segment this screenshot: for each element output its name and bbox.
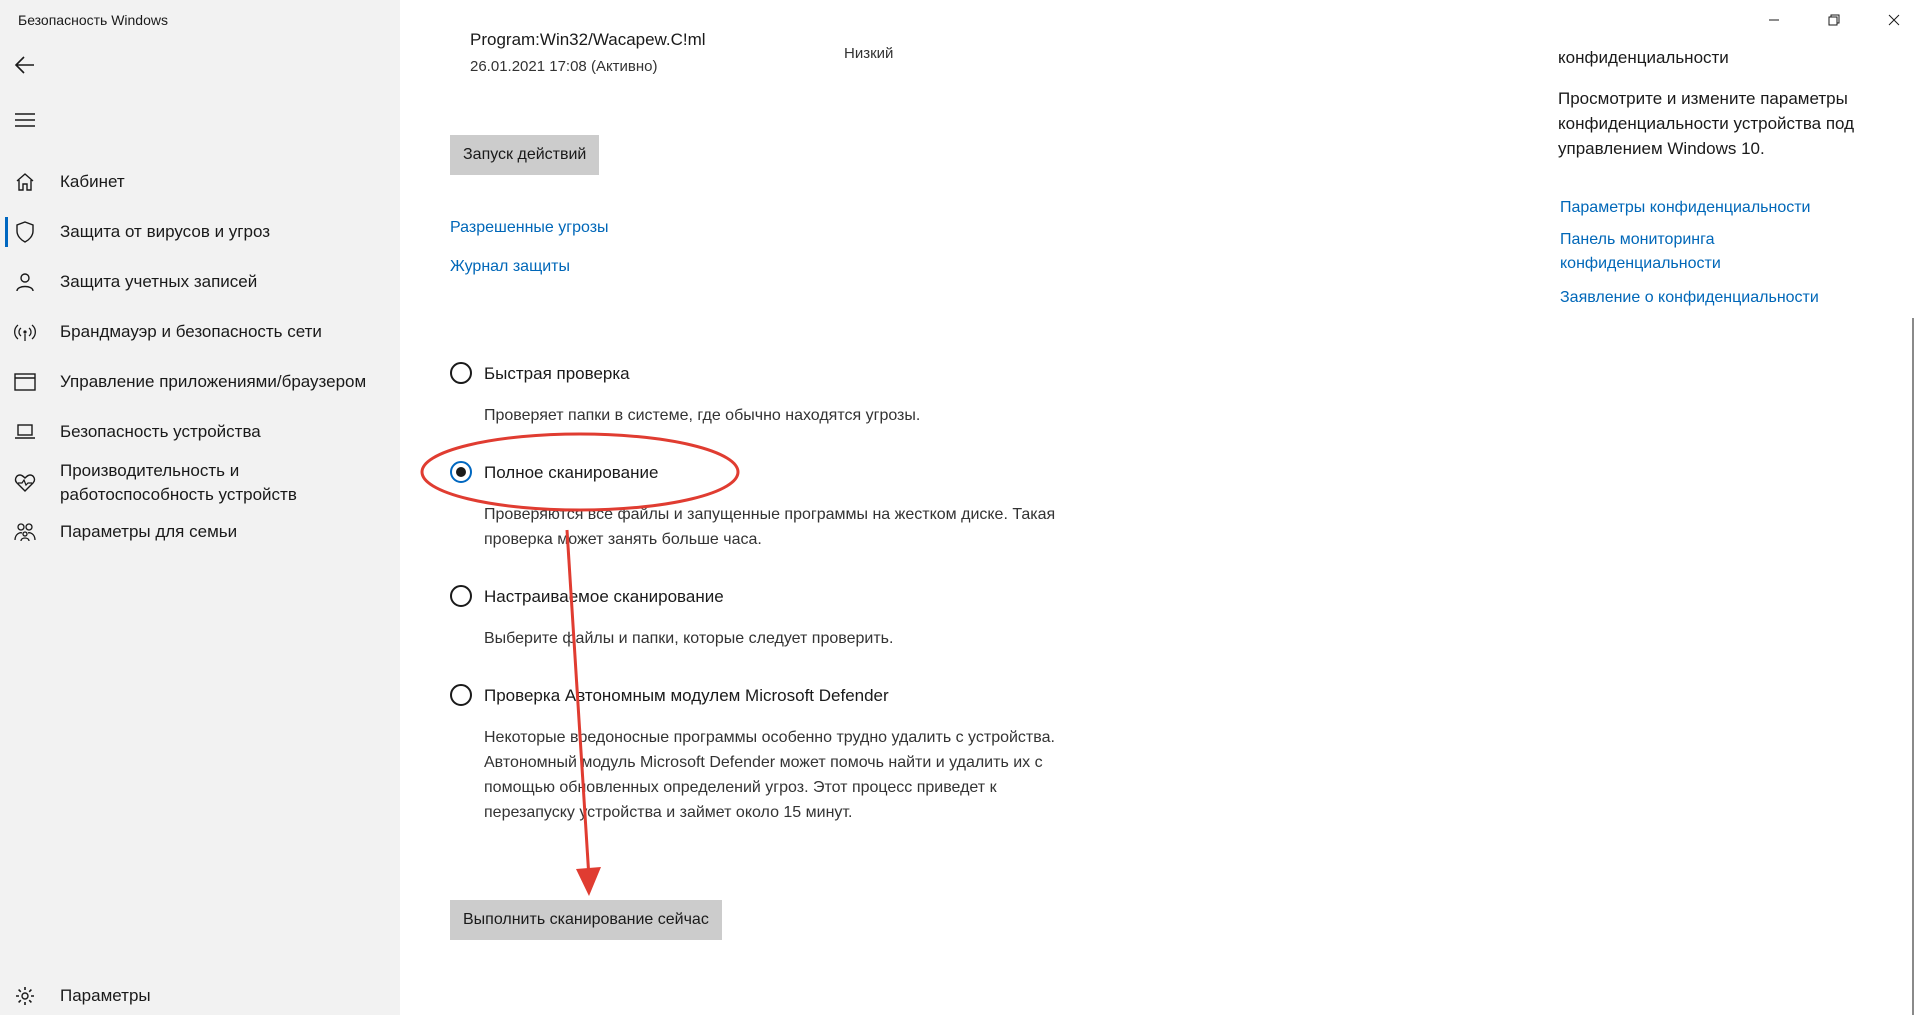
- custom-scan-desc: Выберите файлы и папки, которые следует …: [484, 630, 894, 647]
- offline-scan-desc: Некоторые вредоносные программы особенно…: [484, 729, 1055, 821]
- custom-scan-radio[interactable]: [450, 585, 472, 607]
- full-scan-label[interactable]: Полное сканирование: [484, 463, 658, 483]
- sidebar-item-settings[interactable]: Параметры: [0, 977, 400, 1015]
- close-button[interactable]: [1866, 0, 1920, 40]
- close-icon: [1888, 14, 1900, 26]
- restore-button[interactable]: [1806, 0, 1862, 40]
- app-window-icon: [14, 371, 36, 393]
- home-icon: [14, 171, 36, 193]
- privacy-settings-link[interactable]: Параметры конфиденциальности: [1560, 196, 1860, 220]
- back-arrow-icon: [14, 56, 34, 74]
- back-button[interactable]: [8, 48, 42, 82]
- sidebar-item-app-browser[interactable]: Управление приложениями/браузером: [0, 363, 400, 401]
- sidebar-item-device-performance[interactable]: Производительность и работоспособность у…: [0, 455, 400, 511]
- sidebar-item-home[interactable]: Кабинет: [0, 163, 400, 201]
- minimize-button[interactable]: [1746, 0, 1802, 40]
- sidebar-item-label: Безопасность устройства: [60, 422, 261, 441]
- sidebar-item-label: Производительность и работоспособность у…: [60, 461, 297, 504]
- sidebar-item-virus-protection[interactable]: Защита от вирусов и угроз: [0, 213, 400, 251]
- sidebar-item-label: Управление приложениями/браузером: [60, 372, 367, 391]
- menu-button[interactable]: [8, 103, 42, 137]
- privacy-statement-link[interactable]: Заявление о конфиденциальности: [1560, 286, 1860, 310]
- allowed-threats-link[interactable]: Разрешенные угрозы: [450, 219, 609, 237]
- start-actions-button[interactable]: Запуск действий: [450, 135, 600, 175]
- gear-icon: [14, 985, 36, 1007]
- radio-button-checked[interactable]: [450, 461, 472, 483]
- quick-scan-desc: Проверяет папки в системе, где обычно на…: [484, 407, 921, 424]
- privacy-dashboard-link[interactable]: Панель мониторинга конфиденциальности: [1560, 228, 1760, 276]
- threat-level: Низкий: [844, 45, 894, 62]
- threat-date: 26.01.2021 17:08 (Активно): [470, 58, 658, 75]
- sidebar-item-label: Защита учетных записей: [60, 272, 258, 291]
- sidebar-item-firewall[interactable]: Брандмауэр и безопасность сети: [0, 313, 400, 351]
- sidebar-settings-label: Параметры: [60, 986, 151, 1005]
- heart-pulse-icon: [14, 472, 36, 494]
- custom-scan-label[interactable]: Настраиваемое сканирование: [484, 587, 724, 607]
- full-scan-radio[interactable]: [450, 461, 472, 483]
- sidebar-item-label: Брандмауэр и безопасность сети: [60, 322, 322, 341]
- radio-button[interactable]: [450, 585, 472, 607]
- offline-scan-radio[interactable]: [450, 684, 472, 706]
- hamburger-icon: [15, 113, 35, 127]
- minimize-icon: [1769, 19, 1779, 21]
- threat-name: Program:Win32/Wacapew.C!ml: [470, 30, 706, 49]
- family-icon: [14, 521, 36, 543]
- full-scan-desc: Проверяются все файлы и запущенные прогр…: [484, 506, 1056, 548]
- shield-icon: [14, 221, 36, 243]
- quick-scan-label[interactable]: Быстрая проверка: [484, 364, 630, 384]
- sidebar: Безопасность Windows Кабинет Защита от в…: [0, 0, 400, 1015]
- laptop-icon: [14, 421, 36, 443]
- sidebar-item-label: Защита от вирусов и угроз: [60, 222, 271, 241]
- privacy-desc: Просмотрите и измените параметры конфиде…: [1558, 89, 1855, 158]
- restore-icon: [1828, 14, 1840, 26]
- sidebar-item-label: Параметры для семьи: [60, 522, 238, 541]
- scan-now-button[interactable]: Выполнить сканирование сейчас: [450, 900, 722, 940]
- sidebar-item-account-protection[interactable]: Защита учетных записей: [0, 263, 400, 301]
- radio-button[interactable]: [450, 362, 472, 384]
- sidebar-item-device-security[interactable]: Безопасность устройства: [0, 413, 400, 451]
- scrollbar[interactable]: [1912, 318, 1914, 1015]
- quick-scan-radio[interactable]: [450, 362, 472, 384]
- wifi-icon: [14, 321, 36, 343]
- offline-scan-label[interactable]: Проверка Автономным модулем Microsoft De…: [484, 686, 889, 706]
- person-icon: [14, 271, 36, 293]
- radio-button[interactable]: [450, 684, 472, 706]
- sidebar-item-family[interactable]: Параметры для семьи: [0, 513, 400, 551]
- privacy-heading: конфиденциальности: [1558, 48, 1729, 67]
- annotation-arrow-head: [576, 867, 601, 896]
- sidebar-item-label: Кабинет: [60, 172, 125, 191]
- app-title: Безопасность Windows: [18, 12, 168, 28]
- protection-history-link[interactable]: Журнал защиты: [450, 258, 570, 276]
